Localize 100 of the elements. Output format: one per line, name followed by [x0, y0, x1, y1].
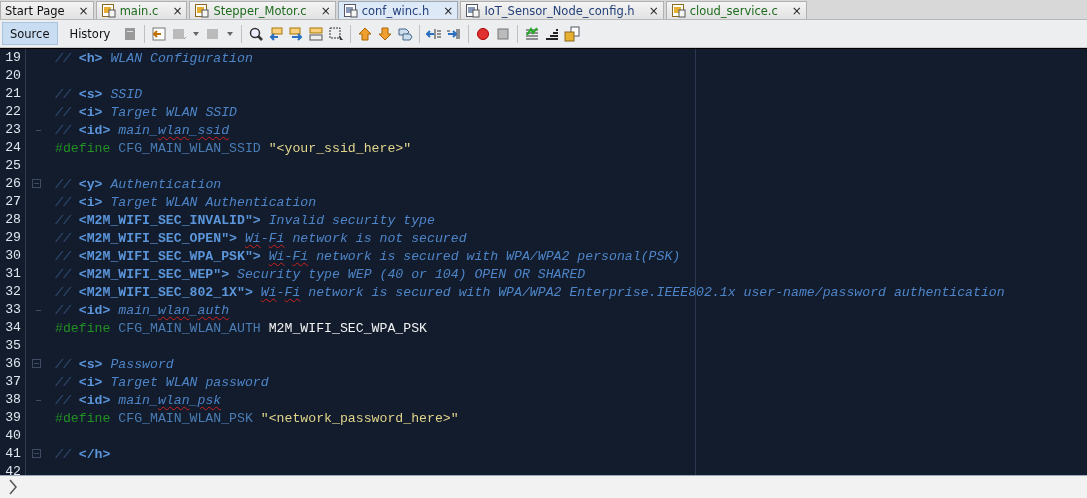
line-number: 26 [0, 175, 26, 193]
comment-text: // [55, 86, 72, 102]
comment-text: network is secured with WPA/WPA2 personal(PSK) [315, 248, 681, 264]
line-number: 34 [0, 319, 26, 337]
line-number: 21 [0, 85, 26, 103]
close-icon[interactable]: × [320, 4, 331, 17]
line-number: 35 [0, 337, 26, 355]
comment-text: Target WLAN password [109, 374, 269, 390]
line-number: 28 [0, 211, 26, 229]
macro-name: CFG_MAIN_WLAN_AUTH [117, 320, 262, 336]
comment-tag: <y> [78, 176, 103, 192]
misspelled-word: Wi [268, 248, 285, 264]
close-icon[interactable]: × [648, 4, 659, 17]
close-icon[interactable]: × [78, 4, 89, 17]
misspelled-word: wlan [157, 302, 190, 318]
comment-tag: <M2M_WIFI_SEC_OPEN"> [78, 230, 245, 246]
comment-text: Target WLAN SSID [109, 104, 238, 120]
line-number: 29 [0, 229, 26, 247]
search-icon[interactable] [248, 25, 265, 42]
comment-tag: <id> [78, 302, 111, 318]
file-icon [670, 3, 686, 18]
line-number: 31 [0, 265, 26, 283]
line-number: 36 [0, 355, 26, 373]
editor-tab[interactable]: Stepper_Motor.c × [189, 1, 336, 19]
line-number: 20 [0, 67, 26, 85]
line-number: 30 [0, 247, 26, 265]
editor-tab[interactable]: IoT_Sensor_Node_config.h × [460, 1, 664, 19]
close-icon[interactable]: × [172, 4, 183, 17]
line-number: 25 [0, 157, 26, 175]
misspelled-word: Wi [244, 230, 261, 246]
file-icon [465, 3, 481, 18]
comment-tag: <s> [78, 356, 103, 372]
line-number: 40 [0, 427, 26, 445]
comment-text: Invalid security type [267, 212, 435, 228]
comment-tag: <h> [78, 50, 103, 66]
preprocessor-keyword: #define [55, 140, 111, 156]
collapse-icon[interactable] [32, 449, 41, 458]
comment-tag: <i> [78, 104, 103, 120]
comment-text: _ [189, 122, 198, 138]
comment-text: Security type WEP (40 or 104) OPEN OR SHARED [236, 266, 586, 282]
comment-text: Password [109, 356, 174, 372]
macro-value: M2M_WIFI_SEC_WPA_PSK [268, 320, 427, 336]
editor-tab[interactable]: main.c × [95, 1, 188, 19]
preprocessor-keyword: #define [55, 410, 111, 426]
comment-text: main_ [117, 122, 158, 138]
comment-text: Authentication [109, 176, 222, 192]
comment-text: main_ [117, 392, 158, 408]
comment-tag: <id> [78, 392, 111, 408]
highlight-icon[interactable] [308, 25, 325, 42]
comment-text: network is not secured [291, 230, 467, 246]
collapse-icon[interactable] [32, 179, 41, 188]
close-icon[interactable]: × [791, 4, 802, 17]
comment-text: // [55, 230, 72, 246]
comment-text: // [55, 284, 72, 300]
line-number: 37 [0, 373, 26, 391]
find-next-icon[interactable] [288, 25, 305, 42]
comment-text: - [260, 230, 269, 246]
jump-back-icon[interactable] [151, 25, 168, 42]
comment-text: main_ [117, 302, 158, 318]
view-tab[interactable]: Source [2, 22, 58, 45]
preprocessor-keyword: #define [55, 320, 111, 336]
line-number: 39 [0, 409, 26, 427]
comment-tag: <i> [78, 194, 103, 210]
chevron-icon[interactable] [8, 479, 18, 495]
files-icon[interactable] [564, 25, 581, 42]
misspelled-word: Fi [292, 248, 309, 264]
editor-tab[interactable]: Start Page × [0, 1, 94, 19]
record-icon[interactable] [475, 25, 492, 42]
up-arrow-icon[interactable] [357, 25, 374, 42]
down-arrow-icon[interactable] [377, 25, 394, 42]
comment-text: // [55, 212, 72, 228]
comment-text: // [55, 392, 72, 408]
comment-text: WLAN Configuration [109, 50, 253, 66]
close-icon[interactable]: × [443, 4, 454, 17]
find-previous-icon[interactable] [268, 25, 285, 42]
comment-text: // [55, 374, 72, 390]
view-tab[interactable]: History [61, 22, 119, 45]
comment-tag: <M2M_WIFI_SEC_WEP"> [78, 266, 230, 282]
comment-tag: <M2M_WIFI_SEC_WPA_PSK"> [78, 248, 269, 264]
line-number: 27 [0, 193, 26, 211]
misspelled-word: psk [197, 392, 222, 408]
line-number: 32 [0, 283, 26, 301]
line-number: 19 [0, 49, 26, 67]
file-icon [100, 3, 116, 18]
line-number: 22 [0, 103, 26, 121]
comment-text: - [284, 248, 293, 264]
comment-tag: <M2M_WIFI_SEC_INVALID"> [78, 212, 261, 228]
misspelled-word: Fi [284, 284, 301, 300]
comment-text: // [55, 302, 72, 318]
macro-name: CFG_MAIN_WLAN_PSK [117, 410, 254, 426]
string-literal: "<network_password_here>" [260, 410, 459, 426]
misspelled-word: Fi [268, 230, 285, 246]
editor-tab[interactable]: conf_winc.h × [337, 1, 459, 19]
comment-text: // [55, 356, 72, 372]
comment-text: SSID [109, 86, 143, 102]
selection-icon[interactable] [328, 25, 345, 42]
collapse-icon[interactable] [32, 359, 41, 368]
misspelled-word: wlan [157, 122, 190, 138]
comment-text: _ [189, 302, 198, 318]
editor-tab[interactable]: cloud_service.c × [665, 1, 807, 19]
